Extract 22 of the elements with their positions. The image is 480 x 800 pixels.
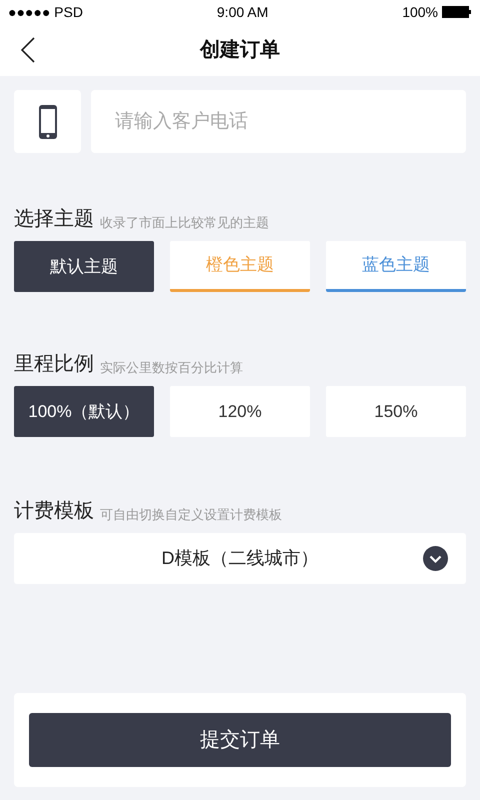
submit-button[interactable]: 提交订单	[29, 713, 451, 767]
section-hint: 可自由切换自定义设置计费模板	[100, 508, 282, 521]
section-title: 选择主题	[14, 209, 94, 229]
battery-icon	[442, 6, 472, 18]
section-hint: 实际公里数按百分比计算	[100, 361, 243, 374]
clock-text: 9:00 AM	[216, 2, 268, 22]
section-hint: 收录了市面上比较常见的主题	[100, 216, 269, 229]
option-button[interactable]: 120%	[170, 386, 310, 437]
phone-input-field[interactable]: 请输入客户电话	[91, 90, 466, 153]
battery-text: 100%	[402, 2, 438, 22]
template-dropdown[interactable]: D模板（二线城市）	[14, 533, 466, 584]
dropdown-value: D模板（二线城市）	[162, 547, 318, 570]
option-button[interactable]: 150%	[326, 386, 466, 437]
chevron-down-icon[interactable]	[423, 546, 448, 571]
carrier-text: ●●●●● PSD	[8, 2, 83, 22]
option-button[interactable]: 100%（默认）	[14, 386, 154, 437]
option-button[interactable]: 默认主题	[14, 241, 154, 292]
phone-icon	[38, 104, 58, 140]
section-title: 里程比例	[14, 354, 94, 374]
page-title: 创建订单	[200, 38, 280, 63]
back-icon[interactable]	[20, 37, 36, 63]
section-title: 计费模板	[14, 501, 94, 521]
